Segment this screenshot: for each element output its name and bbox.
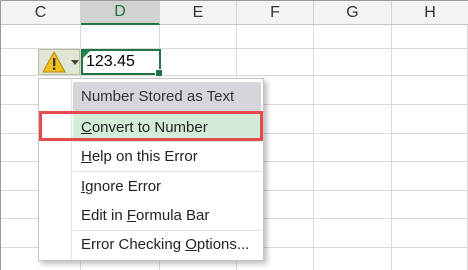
column-header-label: H [424, 3, 436, 21]
active-cell[interactable]: 123.45 [81, 49, 163, 77]
spreadsheet-grid: C D E F G H 123.45 Number Stored as Text… [0, 0, 468, 270]
menu-item-label: Edit in [81, 207, 127, 224]
column-header-label: E [192, 3, 204, 21]
column-header-c[interactable]: C [1, 1, 81, 25]
gridline [391, 25, 392, 270]
edit-in-formula-bar-item[interactable]: Edit in Formula Bar [73, 202, 261, 230]
fill-handle[interactable] [155, 69, 163, 77]
error-context-menu: Number Stored as Text Convert to Number … [38, 78, 264, 261]
column-header-f[interactable]: F [237, 1, 314, 25]
menu-item-accelerator: C [81, 119, 92, 136]
error-checking-options-item[interactable]: Error Checking Options... [73, 231, 261, 259]
convert-to-number-item[interactable]: Convert to Number [73, 114, 261, 142]
warning-icon [42, 51, 66, 73]
menu-item-label: ormula Bar [136, 207, 210, 224]
menu-item-label: Error Checking [81, 236, 186, 253]
menu-item-label: elp on this Error [91, 148, 198, 165]
menu-item-accelerator: H [81, 148, 92, 165]
help-on-error-item[interactable]: Help on this Error [73, 143, 261, 171]
chevron-down-icon[interactable] [71, 59, 79, 65]
column-header-g[interactable]: G [314, 1, 392, 25]
error-indicator-icon [83, 51, 90, 58]
menu-item-label: onvert to Number [91, 119, 208, 136]
menu-item-label: gnore Error [85, 178, 162, 195]
column-header-label: C [34, 3, 47, 21]
column-header-d[interactable]: D [81, 1, 160, 25]
menu-item-accelerator: F [126, 207, 137, 224]
gridline [1, 75, 468, 76]
menu-separator [73, 171, 261, 172]
column-header-label: F [270, 3, 280, 21]
error-checking-button[interactable] [38, 49, 80, 75]
ignore-error-item[interactable]: Ignore Error [73, 173, 261, 201]
column-header-label: D [114, 3, 126, 20]
menu-title: Number Stored as Text [73, 82, 261, 112]
column-header-e[interactable]: E [160, 1, 237, 25]
menu-item-accelerator: O [185, 236, 197, 253]
cell-value: 123.45 [86, 53, 135, 70]
menu-gutter [39, 79, 72, 260]
column-header-label: G [346, 3, 359, 21]
menu-item-label: ptions... [196, 236, 250, 253]
column-header-h[interactable]: H [392, 1, 468, 25]
gridline [313, 25, 314, 270]
